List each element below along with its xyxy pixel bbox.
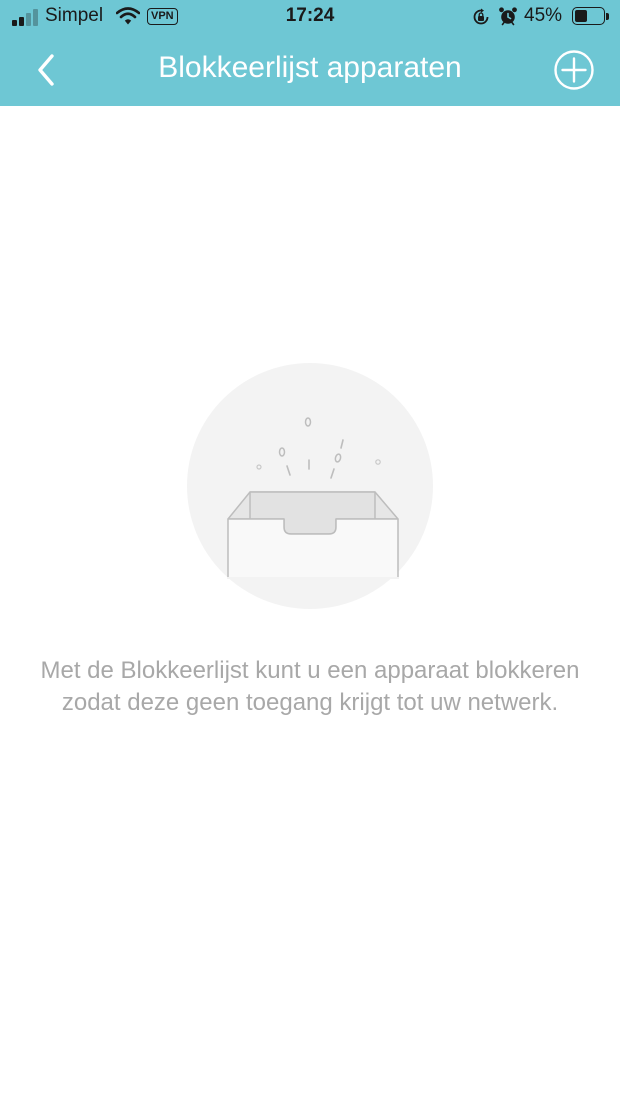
page-title: Blokkeerlijst apparaten	[158, 51, 462, 84]
app-header: Simpel VPN 17:24 45% Blokkeerlijst appar…	[0, 0, 620, 106]
empty-box-icon	[187, 363, 433, 609]
battery-icon	[572, 7, 605, 25]
battery-percentage: 45%	[524, 5, 563, 26]
rotation-lock-icon	[473, 8, 489, 25]
chevron-left-icon	[38, 54, 54, 86]
empty-state-message: Met de Blokkeerlijst kunt u een apparaat…	[40, 657, 580, 716]
status-bar: Simpel VPN 17:24 45%	[0, 0, 620, 34]
alarm-icon	[499, 7, 517, 26]
back-button[interactable]	[28, 48, 64, 92]
plus-circle-icon	[554, 50, 594, 90]
add-device-button[interactable]	[553, 49, 595, 91]
